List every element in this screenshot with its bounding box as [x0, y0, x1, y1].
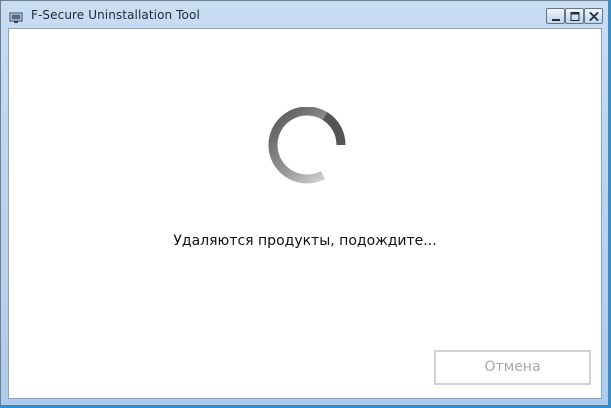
- minimize-icon: [552, 19, 560, 21]
- status-message: Удаляются продукты, подождите...: [173, 233, 437, 249]
- window-title: F-Secure Uninstallation Tool: [31, 8, 200, 22]
- maximize-button[interactable]: [565, 8, 584, 24]
- app-monitor-icon[interactable]: [9, 9, 23, 23]
- title-bar[interactable]: F-Secure Uninstallation Tool: [1, 1, 608, 28]
- maximize-icon: [570, 12, 580, 21]
- minimize-button[interactable]: [546, 8, 565, 24]
- close-icon: [589, 11, 599, 22]
- close-button[interactable]: [584, 8, 603, 24]
- loading-spinner-icon: [267, 106, 347, 187]
- app-window: F-Secure Uninstallation Tool Удаляются п…: [0, 0, 609, 406]
- cancel-button[interactable]: Отмена: [434, 350, 591, 385]
- client-area: Удаляются продукты, подождите... Отмена: [8, 28, 602, 399]
